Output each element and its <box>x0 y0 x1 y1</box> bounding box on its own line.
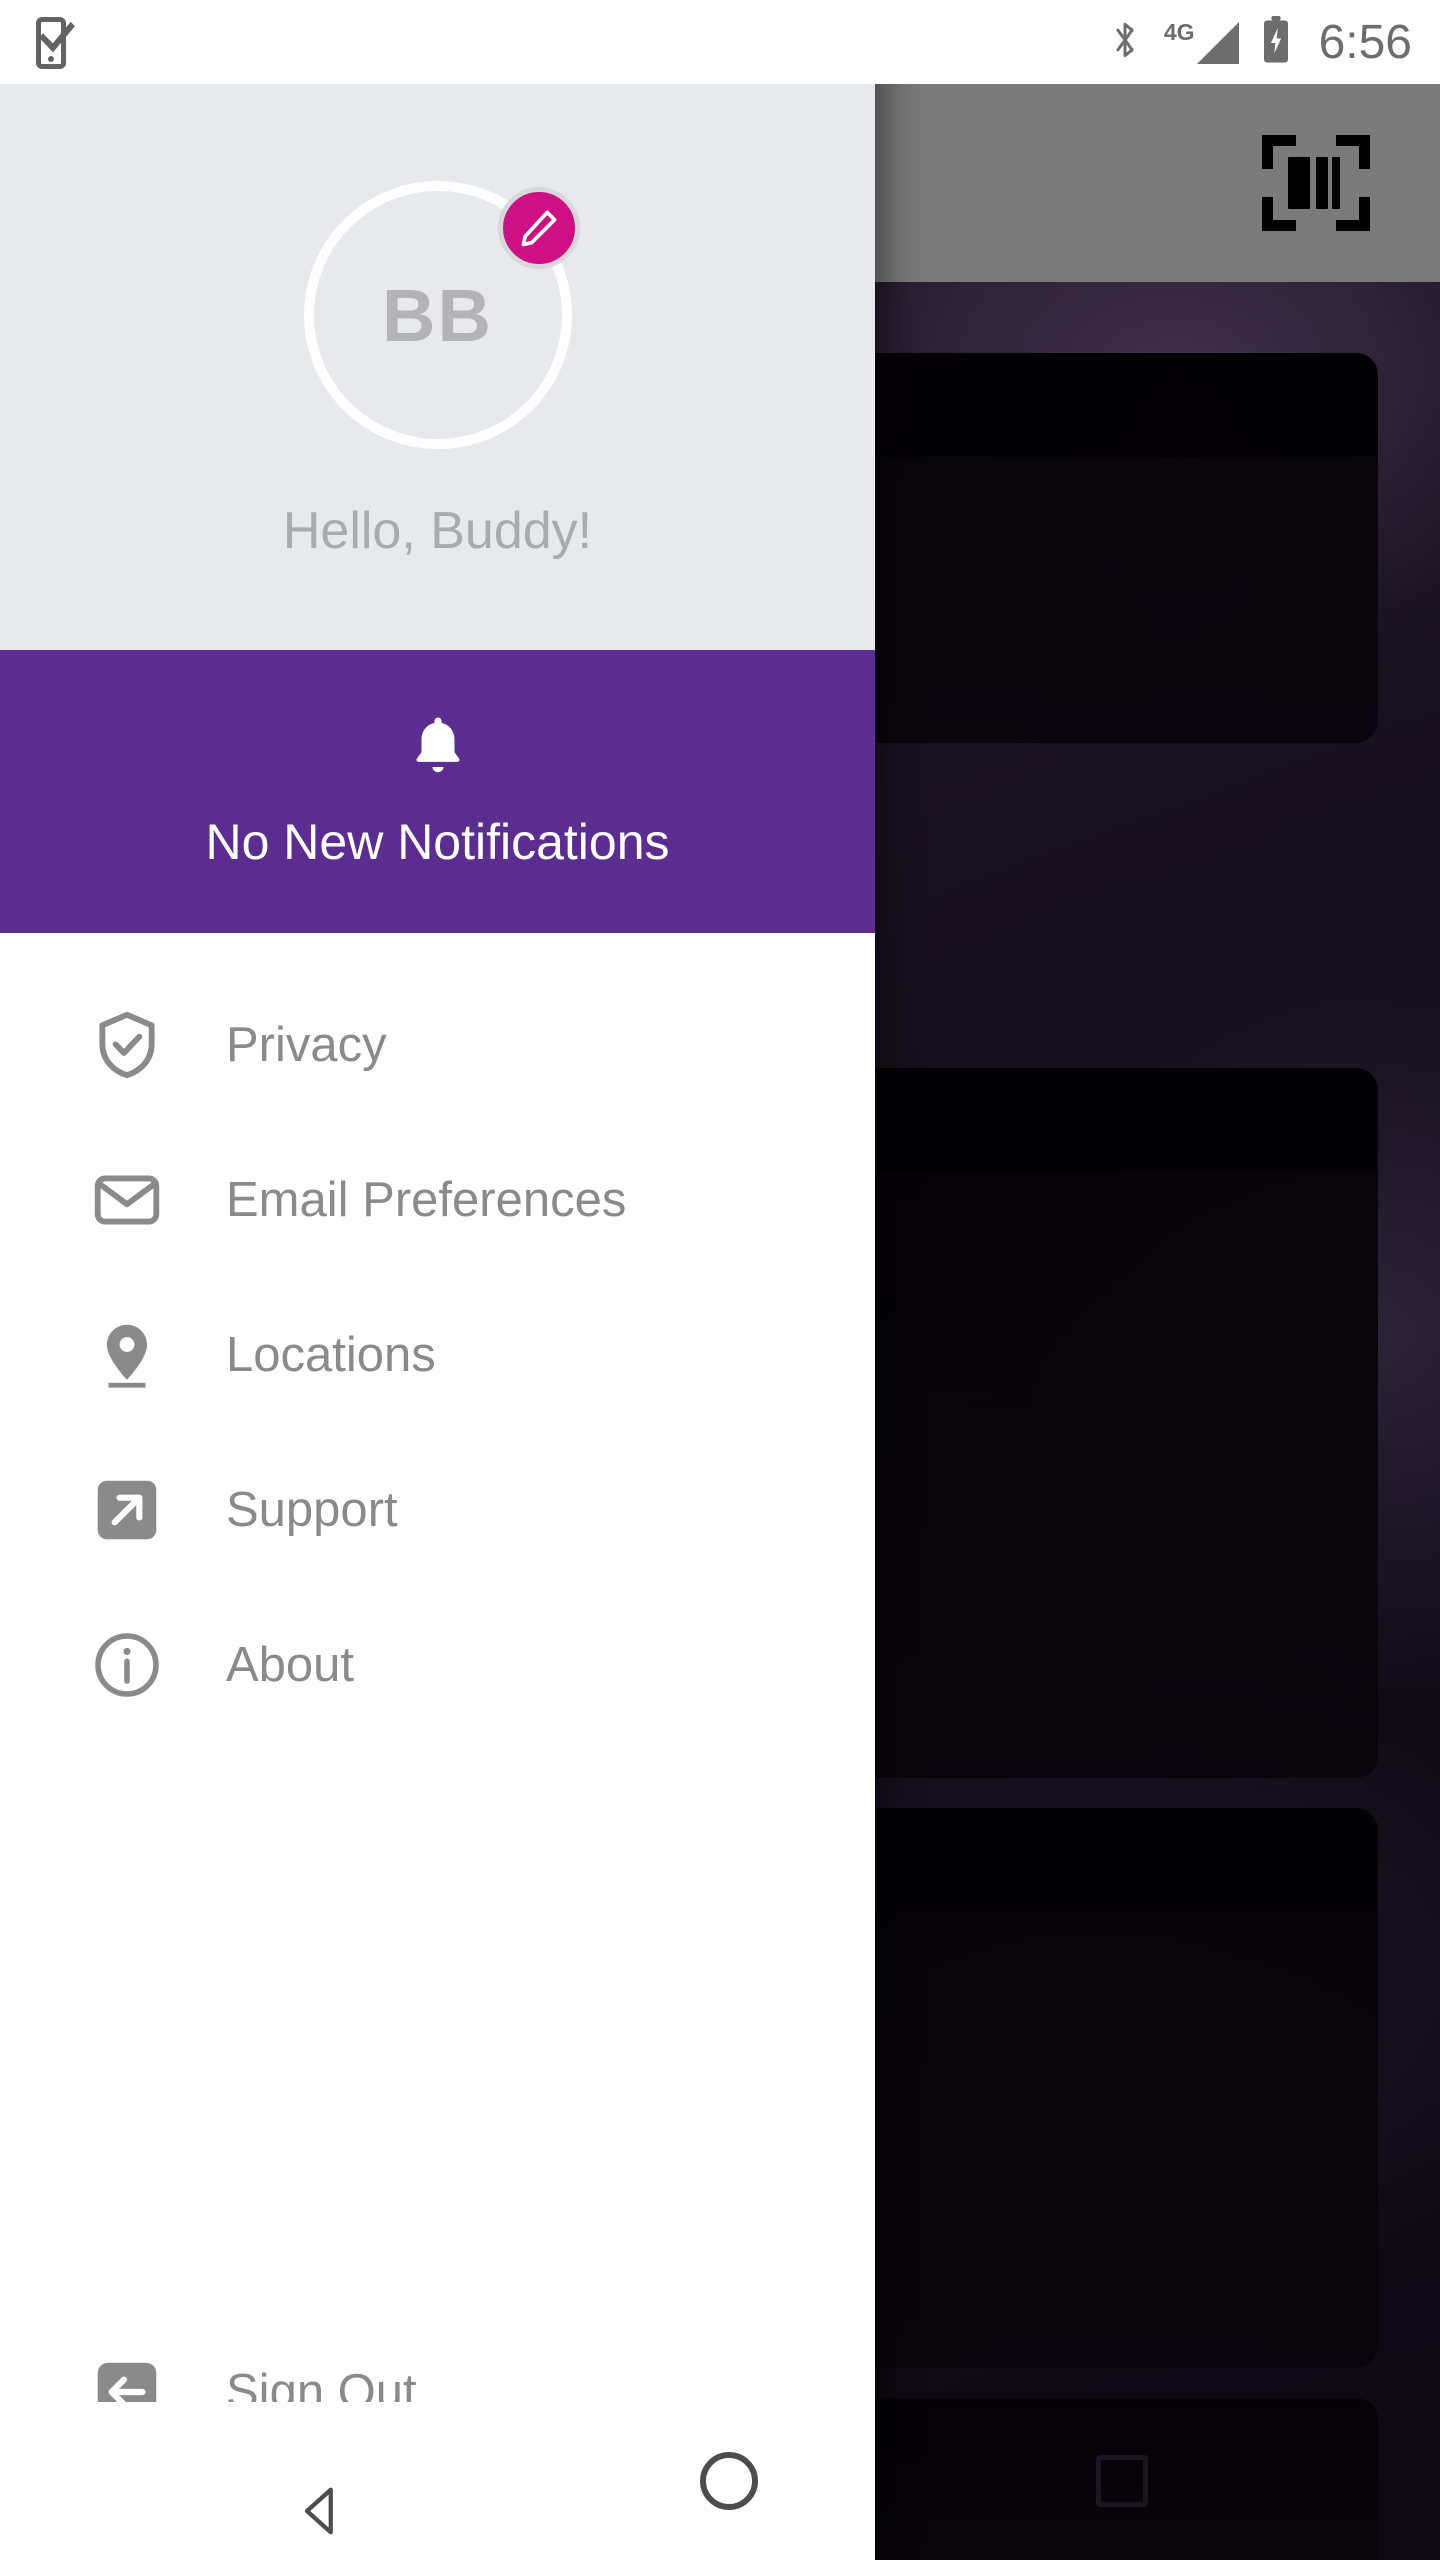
menu-item-privacy[interactable]: Privacy <box>0 967 875 1122</box>
sign-out-label: Sign Out <box>226 2365 417 2419</box>
greeting-text: Hello, Buddy! <box>282 502 593 560</box>
menu-item-label: Email Preferences <box>226 1172 627 1227</box>
barcode-scan-icon[interactable] <box>1262 135 1370 231</box>
notification-label: No New Notifications <box>205 813 670 870</box>
recents-square-icon[interactable] <box>1096 2455 1148 2507</box>
avatar-wrapper: BB <box>303 181 580 449</box>
menu-item-locations[interactable]: Locations <box>0 1277 875 1432</box>
map-pin-icon <box>90 1318 164 1392</box>
menu-item-email-preferences[interactable]: Email Preferences <box>0 1122 875 1277</box>
bluetooth-icon <box>1108 17 1142 68</box>
menu-item-about[interactable]: About <box>0 1587 875 1742</box>
notification-banner[interactable]: No New Notifications <box>0 650 875 933</box>
menu-item-support[interactable]: Support <box>0 1432 875 1587</box>
menu-item-label: Locations <box>226 1327 436 1382</box>
network-type-label: 4G <box>1163 18 1195 45</box>
clock-label: 6:56 <box>1318 15 1412 69</box>
navigation-drawer: BB Hello, Buddy! No New Notifications Pr… <box>0 0 875 2560</box>
external-link-icon <box>90 1473 164 1547</box>
drawer-menu: Privacy Email Preferences Locations Supp… <box>0 933 875 2560</box>
menu-item-sign-out[interactable]: Sign Out <box>0 2332 875 2452</box>
envelope-icon <box>90 1163 164 1237</box>
shield-check-icon <box>90 1008 164 1082</box>
home-circle-icon[interactable] <box>700 2452 758 2510</box>
sign-out-icon <box>90 2355 164 2429</box>
signal-4g-icon: 4G <box>1163 18 1239 64</box>
menu-item-label: About <box>226 1637 355 1692</box>
profile-section: BB Hello, Buddy! <box>0 84 875 650</box>
phone-check-icon <box>24 11 76 71</box>
bell-icon <box>405 713 471 787</box>
menu-item-label: Privacy <box>226 1017 387 1072</box>
menu-item-label: Support <box>226 1482 398 1537</box>
info-circle-icon <box>90 1628 164 1702</box>
pencil-icon[interactable] <box>497 187 580 269</box>
status-bar-right: 4G 6:56 <box>875 0 1440 84</box>
status-bar <box>0 0 875 84</box>
app-screen: WORKOUTS FIND A CLASS <box>0 0 1440 2560</box>
battery-charging-icon <box>1261 15 1291 69</box>
